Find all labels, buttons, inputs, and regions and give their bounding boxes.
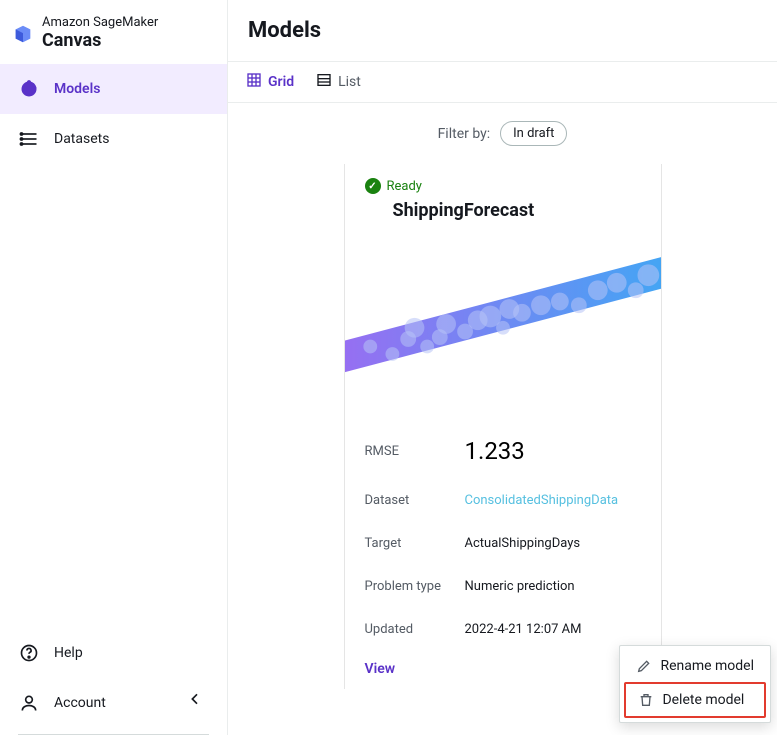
sidebar: Amazon SageMaker Canvas Models Datasets … [0, 0, 228, 735]
trash-icon [638, 692, 654, 708]
delete-model-button[interactable]: Delete model [624, 682, 766, 718]
page-title: Models [248, 18, 757, 43]
filter-bar: Filter by: In draft [228, 103, 777, 164]
help-icon [18, 642, 40, 664]
sidebar-item-label: Models [54, 81, 100, 97]
updated-row: Updated 2022-4-21 12:07 AM [365, 608, 641, 651]
check-circle-icon: ✓ [365, 178, 381, 194]
product-name: Amazon SageMaker [42, 16, 158, 31]
metric-value: 1.233 [465, 437, 525, 465]
context-menu: Rename model Delete model [619, 645, 771, 723]
target-row: Target ActualShippingDays [365, 522, 641, 565]
page-header: Models [228, 0, 777, 61]
model-chart [345, 229, 661, 419]
metric-row: RMSE 1.233 [365, 423, 641, 479]
tab-list[interactable]: List [316, 72, 361, 92]
view-mode-tabs: Grid List [228, 61, 777, 103]
models-icon [18, 78, 40, 100]
sidebar-item-label: Account [54, 695, 106, 711]
filter-label: Filter by: [438, 126, 491, 142]
sidebar-header: Amazon SageMaker Canvas [0, 0, 227, 64]
view-button[interactable]: View [365, 661, 396, 677]
account-icon [18, 692, 40, 714]
list-icon [316, 72, 332, 92]
sagemaker-logo-icon [12, 23, 34, 45]
datasets-icon [18, 128, 40, 150]
sidebar-item-datasets[interactable]: Datasets [0, 114, 227, 164]
metric-key: RMSE [365, 444, 465, 459]
sidebar-item-models[interactable]: Models [0, 64, 227, 114]
dataset-row: Dataset ConsolidatedShippingData [365, 479, 641, 522]
status-label: Ready [387, 179, 422, 194]
status-badge: ✓ Ready [365, 178, 641, 194]
main-content: Models Grid List Filter by: In draft ✓ R… [228, 0, 777, 735]
filter-chip[interactable]: In draft [500, 121, 567, 146]
model-name: ShippingForecast [393, 200, 641, 221]
app-name: Canvas [42, 31, 158, 52]
tab-label: Grid [268, 74, 294, 90]
pencil-icon [636, 658, 652, 674]
collapse-sidebar-button[interactable] [187, 691, 203, 711]
model-card[interactable]: ✓ Ready ShippingForecast RMSE 1.2 [344, 164, 662, 689]
sidebar-item-help[interactable]: Help [0, 628, 227, 678]
tab-label: List [338, 74, 361, 90]
tab-grid[interactable]: Grid [246, 72, 294, 92]
rename-model-button[interactable]: Rename model [624, 650, 766, 682]
dataset-link[interactable]: ConsolidatedShippingData [465, 493, 619, 508]
sidebar-item-label: Datasets [54, 131, 109, 147]
problem-row: Problem type Numeric prediction [365, 565, 641, 608]
grid-icon [246, 72, 262, 92]
sidebar-item-label: Help [54, 645, 83, 661]
